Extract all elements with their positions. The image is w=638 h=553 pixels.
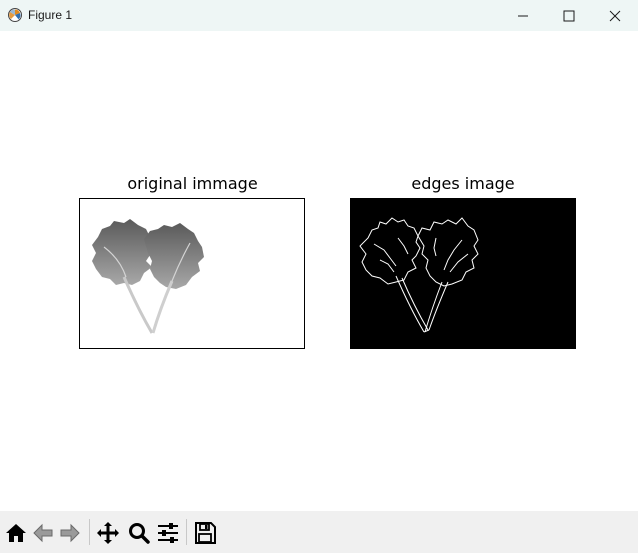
toolbar-separator <box>89 519 90 545</box>
zoom-button[interactable] <box>127 521 151 545</box>
maximize-icon <box>563 10 575 22</box>
pan-button[interactable] <box>96 521 120 545</box>
window-title: Figure 1 <box>28 8 73 22</box>
configure-subplots-button[interactable] <box>156 521 180 545</box>
zoom-icon <box>129 523 150 544</box>
home-icon <box>6 524 26 542</box>
minimize-icon <box>518 15 528 17</box>
save-button[interactable] <box>193 521 217 545</box>
forward-button[interactable] <box>58 521 82 545</box>
figure-window: Figure 1 original immage edges image <box>0 0 638 553</box>
back-icon <box>33 523 53 543</box>
close-icon <box>609 10 621 22</box>
pan-icon <box>97 522 119 544</box>
title-bar[interactable]: Figure 1 <box>0 0 638 31</box>
navigation-toolbar <box>0 511 638 553</box>
figure-canvas[interactable]: original immage edges image <box>0 31 638 511</box>
save-icon <box>195 522 216 544</box>
home-button[interactable] <box>4 521 28 545</box>
original-image-axes[interactable] <box>79 198 305 349</box>
maximize-button[interactable] <box>546 0 592 31</box>
minimize-button[interactable] <box>500 0 546 31</box>
toolbar-separator <box>186 519 187 545</box>
matplotlib-figure-icon <box>7 7 23 23</box>
edges-image-axes[interactable] <box>350 198 576 349</box>
configure-subplots-icon <box>158 523 178 543</box>
left-axes-title: original immage <box>127 174 258 193</box>
original-leaf-image <box>92 219 204 334</box>
right-axes-title: edges image <box>411 174 515 193</box>
back-button[interactable] <box>31 521 55 545</box>
close-button[interactable] <box>592 0 638 31</box>
forward-icon <box>60 523 80 543</box>
edges-leaf-image <box>359 217 479 333</box>
